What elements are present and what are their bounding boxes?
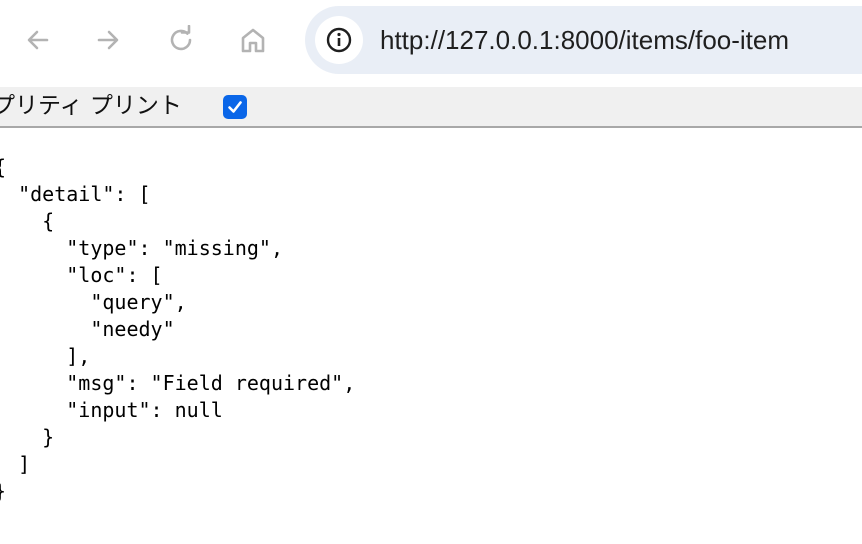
json-line: "input": null [0, 398, 223, 422]
json-line: ] [18, 452, 31, 476]
json-line: } [0, 478, 355, 505]
site-info-button[interactable] [315, 16, 363, 64]
reload-icon [170, 25, 192, 51]
json-line: "msg": "Field required", [0, 371, 356, 395]
json-line: "detail": [ [0, 182, 151, 206]
browser-toolbar: http://127.0.0.1:8000/items/foo-item [0, 0, 862, 86]
home-button[interactable] [233, 20, 273, 60]
json-line: "query", [0, 290, 187, 314]
json-line: "type": "missing", [0, 236, 283, 260]
json-line: { [0, 209, 55, 233]
arrow-left-icon [27, 30, 49, 50]
checkmark-icon [228, 101, 242, 113]
pretty-print-checkbox[interactable] [223, 95, 247, 119]
info-icon [326, 27, 352, 53]
json-line: } [0, 425, 55, 449]
home-icon [241, 28, 265, 53]
json-line: { [0, 154, 355, 181]
reload-button[interactable] [161, 20, 201, 60]
url-text[interactable]: http://127.0.0.1:8000/items/foo-item [380, 23, 789, 57]
back-button[interactable] [18, 20, 58, 60]
json-line: "needy" [0, 317, 175, 341]
pretty-print-bar: プリティ プリント [0, 87, 862, 128]
json-line: ], [0, 344, 91, 368]
address-bar[interactable]: http://127.0.0.1:8000/items/foo-item [305, 6, 862, 74]
json-response-body: { "detail": [ { "type": "missing", "loc"… [0, 154, 355, 505]
pretty-print-label: プリティ プリント [0, 93, 182, 119]
arrow-right-icon [97, 30, 119, 50]
forward-button[interactable] [88, 20, 128, 60]
json-line: "loc": [ [0, 263, 163, 287]
